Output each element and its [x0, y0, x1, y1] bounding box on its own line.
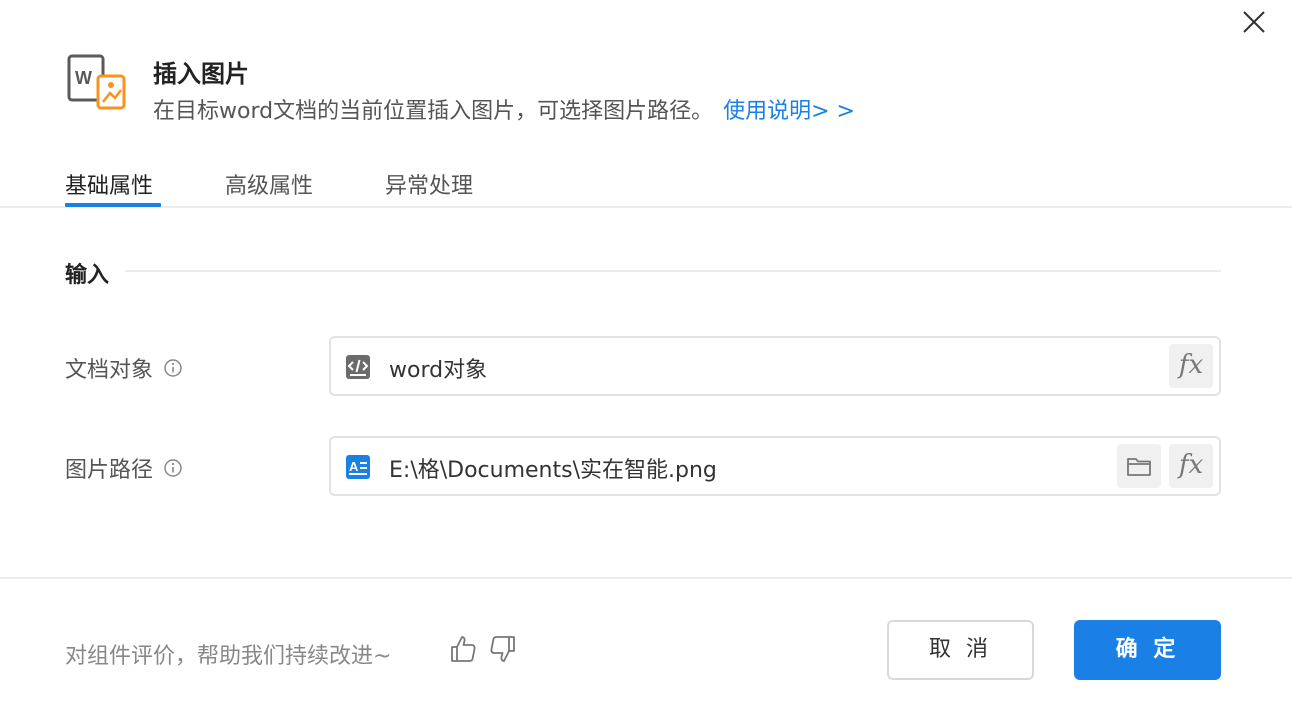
info-icon[interactable]	[163, 358, 183, 378]
image-path-value: E:\格\Documents\实在智能.png	[389, 458, 717, 483]
fx-button[interactable]: fx	[1169, 344, 1213, 388]
footer-divider	[0, 577, 1292, 579]
feedback-text: 对组件评价，帮助我们持续改进~	[65, 644, 392, 669]
image-path-label: 图片路径	[65, 458, 154, 483]
folder-icon	[1127, 458, 1151, 476]
word-insert-image-icon: W	[66, 52, 128, 114]
close-button[interactable]	[1236, 4, 1272, 40]
help-link[interactable]: 使用说明> >	[723, 99, 855, 124]
tab-bar: 基础属性 高级属性 异常处理	[0, 160, 1292, 208]
image-path-label-group: 图片路径	[65, 452, 183, 484]
doc-object-input[interactable]: word对象 fx	[329, 336, 1221, 396]
browse-folder-button[interactable]	[1117, 444, 1161, 488]
dialog-description: 在目标word文档的当前位置插入图片，可选择图片路径。 使用说明> >	[153, 93, 855, 125]
image-path-input[interactable]: A E:\格\Documents\实在智能.png fx	[329, 436, 1221, 496]
confirm-button[interactable]: 确 定	[1074, 620, 1221, 680]
info-icon[interactable]	[163, 458, 183, 478]
text-string-icon: A	[346, 455, 370, 479]
svg-text:W: W	[75, 68, 92, 88]
close-icon	[1243, 11, 1265, 33]
thumbs-down-icon[interactable]	[488, 634, 518, 664]
fx-button[interactable]: fx	[1169, 444, 1213, 488]
dialog-title: 插入图片	[153, 60, 249, 88]
doc-object-value: word对象	[389, 358, 488, 383]
svg-text:A: A	[349, 459, 359, 474]
cancel-button[interactable]: 取 消	[887, 620, 1034, 680]
section-title: 输入	[65, 263, 110, 288]
code-variable-icon	[346, 355, 370, 379]
doc-object-label-group: 文档对象	[65, 352, 183, 384]
tab-basic-properties[interactable]: 基础属性	[65, 168, 153, 200]
doc-object-label: 文档对象	[65, 358, 154, 383]
tab-advanced-properties[interactable]: 高级属性	[225, 168, 313, 200]
section-divider	[125, 270, 1221, 272]
thumbs-up-icon[interactable]	[448, 634, 478, 664]
active-tab-indicator	[65, 203, 161, 207]
tab-exception-handling[interactable]: 异常处理	[385, 168, 473, 200]
description-text: 在目标word文档的当前位置插入图片，可选择图片路径。	[153, 99, 714, 124]
